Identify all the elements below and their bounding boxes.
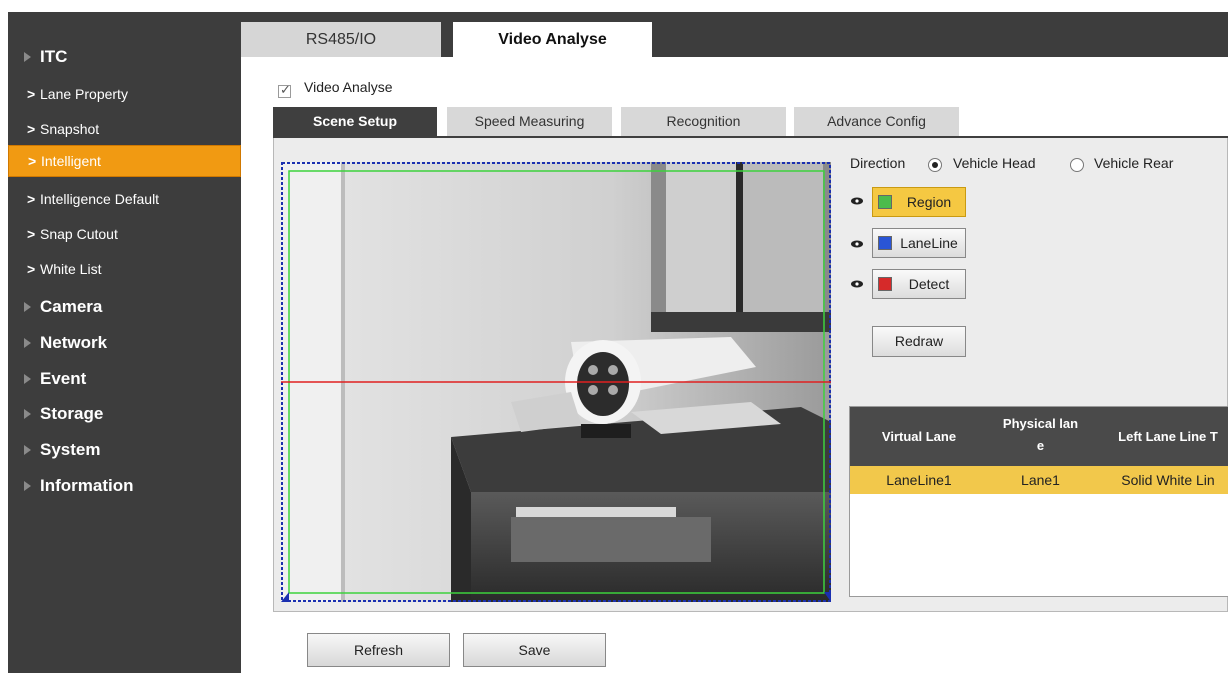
video-preview[interactable]: [281, 162, 831, 602]
detect-label: Detect: [908, 276, 950, 292]
sidebar-item-label: Lane Property: [40, 86, 128, 102]
sidebar-item-snapshot[interactable]: > Snapshot: [8, 114, 241, 144]
sidebar-item-camera[interactable]: Camera: [8, 292, 241, 322]
chevron-right-icon: >: [27, 261, 36, 277]
expand-triangle-icon: [24, 302, 31, 312]
sidebar-item-intelligent[interactable]: > Intelligent: [8, 145, 241, 177]
column-header-left-lane-line: Left Lane Line T: [1093, 407, 1228, 466]
eye-icon[interactable]: [851, 197, 863, 205]
table-cell[interactable]: LaneLine1: [850, 466, 988, 494]
vehicle-rear-radio[interactable]: [1070, 158, 1084, 172]
detect-color-swatch: [878, 277, 892, 291]
eye-icon[interactable]: [851, 240, 863, 248]
sidebar-item-label: ITC: [40, 47, 68, 66]
column-header-physical-lane: Physical lan e: [988, 407, 1093, 466]
chevron-right-icon: >: [27, 191, 36, 207]
camera-scene-image: [281, 162, 831, 602]
sidebar-item-storage[interactable]: Storage: [8, 399, 241, 429]
expand-triangle-icon: [24, 374, 31, 384]
chevron-right-icon: >: [27, 226, 36, 242]
chevron-right-icon: >: [28, 153, 37, 169]
expand-triangle-icon: [24, 445, 31, 455]
sidebar-item-label: Intelligence Default: [40, 191, 160, 207]
checkmark-icon: ✓: [280, 82, 291, 97]
sidebar-item-event[interactable]: Event: [8, 364, 241, 394]
sidebar-item-label: Information: [40, 476, 134, 495]
sidebar-item-label: System: [40, 440, 101, 459]
sidebar-item-label: Network: [40, 333, 108, 352]
radio-selected-dot: [932, 162, 938, 168]
column-header-virtual-lane: Virtual Lane: [850, 407, 988, 466]
top-strip: [0, 0, 1228, 12]
chevron-right-icon: >: [27, 86, 36, 102]
sidebar-item-system[interactable]: System: [8, 435, 241, 465]
table-cell[interactable]: Solid White Lin: [1093, 466, 1228, 494]
redraw-button[interactable]: Redraw: [872, 326, 966, 357]
sidebar-item-lane-property[interactable]: > Lane Property: [8, 79, 241, 109]
region-button[interactable]: Region: [872, 187, 966, 217]
tab-video-analyse[interactable]: Video Analyse: [453, 22, 652, 57]
sidebar: ITC > Lane Property > Snapshot > Intelli…: [8, 12, 241, 673]
sidebar-item-label: Storage: [40, 404, 104, 423]
direction-label: Direction: [850, 155, 906, 171]
vehicle-rear-label: Vehicle Rear: [1094, 155, 1174, 171]
laneline-color-swatch: [878, 236, 892, 250]
expand-triangle-icon: [24, 409, 31, 419]
vehicle-head-radio[interactable]: [928, 158, 942, 172]
sidebar-item-label: Snap Cutout: [40, 226, 118, 242]
sidebar-item-label: White List: [40, 261, 102, 277]
sidebar-item-label: Intelligent: [41, 153, 101, 169]
laneline-button[interactable]: LaneLine: [872, 228, 966, 258]
sidebar-item-intelligence-default[interactable]: > Intelligence Default: [8, 184, 241, 214]
tab-recognition[interactable]: Recognition: [621, 107, 786, 136]
lane-table: Virtual Lane Physical lan e Left Lane Li…: [849, 406, 1228, 597]
tab-speed-measuring[interactable]: Speed Measuring: [447, 107, 612, 136]
sidebar-item-network[interactable]: Network: [8, 328, 241, 358]
vehicle-head-label: Vehicle Head: [953, 155, 1036, 171]
region-label: Region: [906, 194, 952, 210]
video-analyse-checkbox[interactable]: ✓: [278, 82, 291, 98]
refresh-button[interactable]: Refresh: [307, 633, 450, 667]
expand-triangle-icon: [24, 481, 31, 491]
sidebar-item-snap-cutout[interactable]: > Snap Cutout: [8, 219, 241, 249]
region-color-swatch: [878, 195, 892, 209]
sidebar-item-label: Camera: [40, 297, 103, 316]
chevron-right-icon: >: [27, 121, 36, 137]
main-content: ✓ Video Analyse Scene Setup Speed Measur…: [241, 57, 1228, 673]
laneline-label: LaneLine: [900, 235, 958, 251]
sidebar-item-itc[interactable]: ITC: [8, 42, 241, 72]
tab-advance-config[interactable]: Advance Config: [794, 107, 959, 136]
detect-button[interactable]: Detect: [872, 269, 966, 299]
tab-rs485-io[interactable]: RS485/IO: [241, 22, 441, 57]
sidebar-item-label: Event: [40, 369, 87, 388]
expand-triangle-icon: [24, 52, 31, 62]
video-analyse-label: Video Analyse: [304, 79, 393, 95]
top-tab-bar: RS485/IO Video Analyse: [241, 12, 1228, 57]
sidebar-item-information[interactable]: Information: [8, 471, 241, 501]
table-cell[interactable]: Lane1: [988, 466, 1093, 494]
expand-triangle-icon: [24, 338, 31, 348]
tab-scene-setup[interactable]: Scene Setup: [273, 107, 437, 136]
sidebar-item-white-list[interactable]: > White List: [8, 254, 241, 284]
eye-icon[interactable]: [851, 280, 863, 288]
save-button[interactable]: Save: [463, 633, 606, 667]
sidebar-item-label: Snapshot: [40, 121, 100, 137]
